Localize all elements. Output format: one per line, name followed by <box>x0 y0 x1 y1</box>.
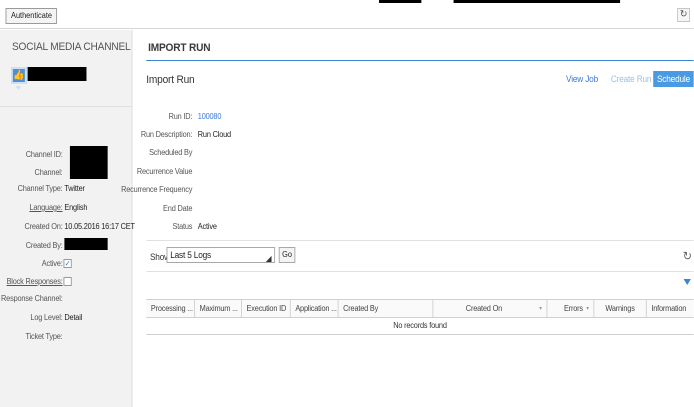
column-warnings[interactable]: Warnings <box>594 300 647 318</box>
column-created-by[interactable]: Created By <box>339 300 434 318</box>
page-title: Import Run <box>146 74 195 86</box>
log-count-value: Last 5 Logs <box>170 250 211 260</box>
recurrence-value-field: Recurrence Value <box>133 165 409 179</box>
top-toolbar: Authenticate ↻ <box>0 0 694 29</box>
sort-icon[interactable]: ▾ <box>539 300 542 318</box>
block-responses-label: Block Responses: <box>6 277 63 286</box>
authenticate-button[interactable]: Authenticate <box>5 8 58 24</box>
redacted-block <box>453 0 621 3</box>
channel-sidebar: SOCIAL MEDIA CHANNEL 👍 Channel ID: Chann… <box>0 30 135 407</box>
run-description-value: Run Cloud <box>197 130 231 139</box>
import-run-panel: IMPORT RUN Import Run View Job Create Ru… <box>121 30 694 407</box>
created-on-value: 10.05.2016 16:17 CET <box>64 222 135 231</box>
column-information[interactable]: Information <box>647 300 694 318</box>
created-by-label: Created By: <box>25 241 63 250</box>
divider <box>146 271 694 272</box>
channel-type-label: Channel Type: <box>17 184 63 193</box>
filter-icon[interactable] <box>683 279 691 285</box>
channel-label: Channel: <box>34 168 63 177</box>
tab-bar: IMPORT RUN <box>146 41 694 61</box>
column-created-on-label: Created On <box>465 304 503 313</box>
log-level-label: Log Level: <box>30 313 63 322</box>
log-count-select[interactable]: Last 5 Logs ◢ <box>166 247 276 263</box>
response-channel-label: Response Channel: <box>1 294 63 303</box>
column-errors-label: Errors <box>563 304 583 313</box>
status-field: Status Active <box>133 220 409 234</box>
go-button[interactable]: Go <box>278 247 296 263</box>
divider <box>146 240 694 241</box>
active-label: Active: <box>41 259 63 268</box>
channel-id-label: Channel ID: <box>25 150 63 159</box>
refresh-logs-icon[interactable]: ↻ <box>683 249 692 263</box>
log-level-field: Log Level: Detail <box>0 311 132 325</box>
column-processing[interactable]: Processing ... <box>146 300 196 318</box>
table-header: Processing ... Maximum ... Execution ID … <box>146 299 694 318</box>
column-application[interactable]: Application ... <box>291 300 339 318</box>
end-date-label: End Date <box>163 204 193 213</box>
response-channel-field: Response Channel: <box>0 292 132 306</box>
run-description-label: Run Description: <box>140 130 193 139</box>
channel-header: SOCIAL MEDIA CHANNEL 👍 <box>0 30 132 107</box>
thumbs-up-icon: 👍 <box>11 67 27 84</box>
speech-tail-icon <box>15 86 22 90</box>
run-id-link[interactable]: 100080 <box>198 112 222 121</box>
empty-message: No records found <box>393 321 447 330</box>
status-label: Status <box>172 222 193 231</box>
channel-type-value: Twitter <box>64 184 85 193</box>
end-date-field: End Date <box>133 202 409 216</box>
table-body: No records found <box>146 318 694 335</box>
created-on-field: Created On: 10.05.2016 16:17 CET <box>0 220 135 234</box>
channel-field: Channel: <box>0 166 132 180</box>
recurrence-frequency-label: Recurrence Frequency <box>121 185 193 194</box>
redacted-created-by <box>64 238 108 250</box>
title-row: Import Run View Job Create Run Schedule <box>146 71 694 89</box>
block-responses-checkbox[interactable] <box>63 277 72 286</box>
created-on-label: Created On: <box>24 222 63 231</box>
column-errors[interactable]: Errors ▾ <box>547 300 595 318</box>
sidebar-title: SOCIAL MEDIA CHANNEL <box>11 41 131 53</box>
redacted-channel-id <box>69 146 108 179</box>
column-execution-id[interactable]: Execution ID <box>242 300 291 318</box>
tab-import-run[interactable]: IMPORT RUN <box>148 42 210 54</box>
scheduled-by-field: Scheduled By <box>133 146 409 160</box>
column-created-on[interactable]: Created On ▾ <box>433 300 548 318</box>
redacted-channel-name <box>27 67 87 81</box>
logs-table: Processing ... Maximum ... Execution ID … <box>146 299 694 335</box>
sort-icon[interactable]: ▾ <box>586 300 589 318</box>
language-value: English <box>64 203 88 212</box>
log-level-value: Detail <box>64 313 83 322</box>
run-description-field: Run Description: Run Cloud <box>133 128 409 142</box>
recurrence-frequency-field: Recurrence Frequency <box>121 183 409 197</box>
run-id-label: Run ID: <box>168 112 193 121</box>
recurrence-value-label: Recurrence Value <box>136 167 193 176</box>
refresh-icon[interactable]: ↻ <box>677 8 690 22</box>
redacted-block <box>379 0 422 3</box>
ticket-type-field: Ticket Type: <box>0 330 132 344</box>
active-checkbox[interactable]: ✓ <box>63 259 72 268</box>
language-label[interactable]: Language: <box>29 203 62 212</box>
ticket-type-label: Ticket Type: <box>25 332 63 341</box>
scheduled-by-label: Scheduled By <box>149 148 193 157</box>
status-value: Active <box>197 222 217 231</box>
view-job-link[interactable]: View Job <box>566 74 598 84</box>
schedule-button[interactable]: Schedule <box>653 71 694 87</box>
channel-id-field: Channel ID: <box>0 148 132 162</box>
column-maximum[interactable]: Maximum ... <box>195 300 242 318</box>
language-field: Language: English <box>0 201 132 215</box>
run-id-field: Run ID: 100080 <box>133 110 409 124</box>
create-run-link[interactable]: Create Run <box>611 74 652 84</box>
channel-type-field: Channel Type: Twitter <box>0 182 132 196</box>
dropdown-arrow-icon: ◢ <box>265 254 272 263</box>
